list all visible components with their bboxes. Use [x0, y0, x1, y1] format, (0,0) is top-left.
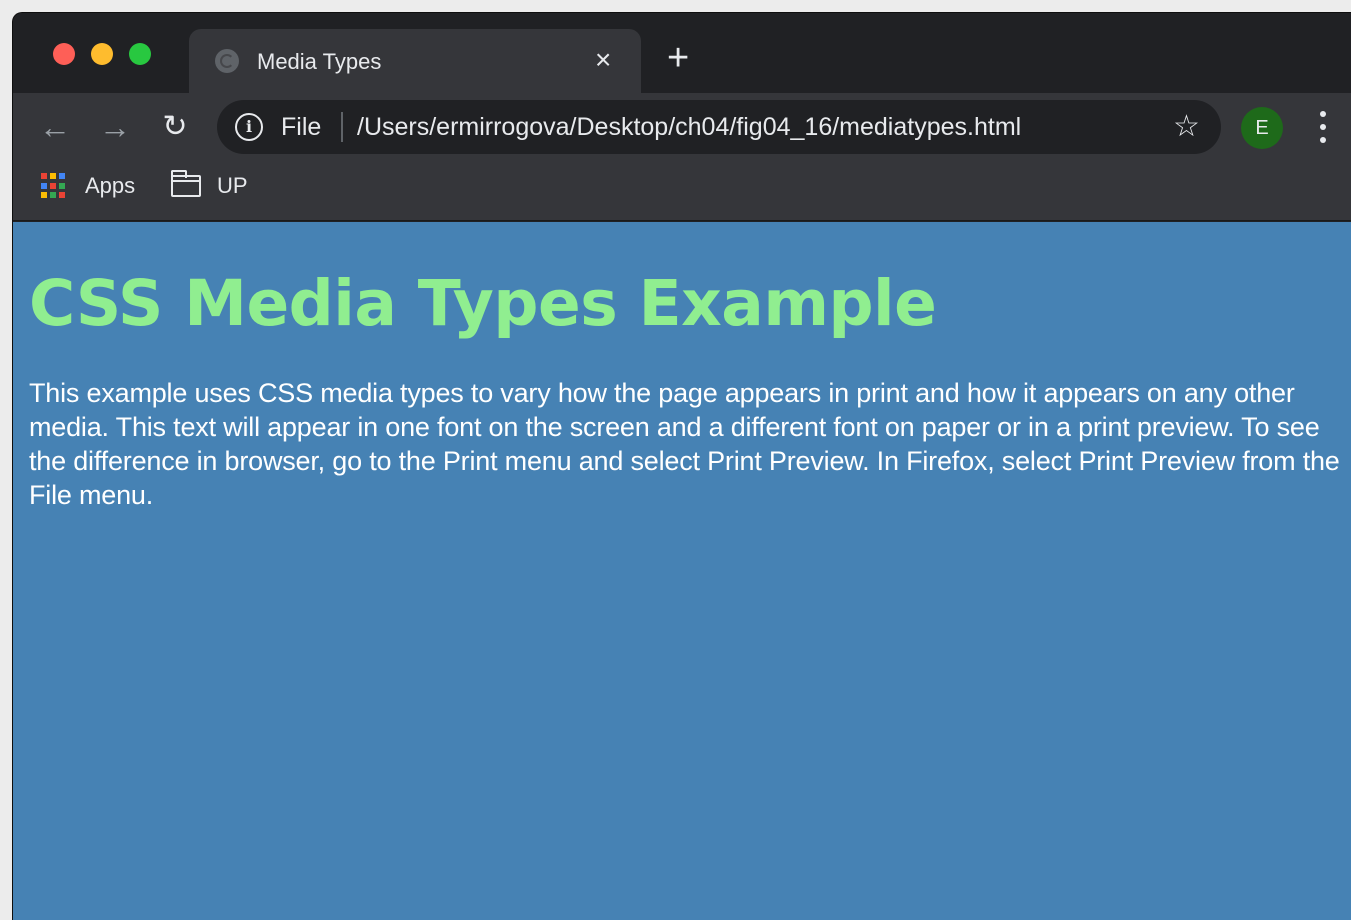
bookmark-apps[interactable]: Apps	[85, 172, 135, 200]
minimize-window-button[interactable]	[91, 43, 113, 65]
fullscreen-window-button[interactable]	[129, 43, 151, 65]
toolbar: ← → ↻ i File /Users/ermirrogova/Desktop/…	[13, 93, 1351, 161]
apps-grid-icon[interactable]	[41, 173, 67, 199]
page-content: CSS Media Types Example This example use…	[13, 222, 1351, 920]
page-heading: CSS Media Types Example	[29, 267, 937, 340]
reload-icon[interactable]: ↻	[155, 107, 195, 147]
browser-window: Media Types × + ← → ↻ i File /Users/ermi…	[12, 12, 1351, 920]
scheme-label[interactable]: File	[281, 113, 321, 141]
folder-icon[interactable]	[171, 170, 201, 197]
bookmark-star-icon[interactable]: ☆	[1173, 110, 1200, 144]
back-arrow-icon[interactable]: ←	[35, 107, 75, 147]
page-body-text: This example uses CSS media types to var…	[29, 378, 1340, 510]
more-menu-icon[interactable]	[1313, 107, 1333, 147]
new-tab-button[interactable]: +	[667, 39, 689, 77]
tab-media-types[interactable]: Media Types ×	[189, 29, 641, 93]
tab-title: Media Types	[257, 49, 382, 74]
forward-arrow-icon[interactable]: →	[95, 107, 135, 147]
info-icon[interactable]: i	[235, 113, 263, 141]
address-separator	[341, 112, 343, 142]
profile-avatar[interactable]: E	[1241, 107, 1283, 149]
url-text[interactable]: /Users/ermirrogova/Desktop/ch04/fig04_16…	[357, 113, 1021, 141]
globe-icon	[215, 49, 239, 73]
close-window-button[interactable]	[53, 43, 75, 65]
tab-strip: Media Types × +	[13, 13, 1351, 93]
bookmarks-bar: Apps UP	[13, 161, 1351, 221]
close-tab-icon[interactable]: ×	[595, 45, 611, 75]
address-bar[interactable]: i File /Users/ermirrogova/Desktop/ch04/f…	[217, 100, 1221, 154]
bookmark-up-folder[interactable]: UP	[217, 172, 248, 200]
